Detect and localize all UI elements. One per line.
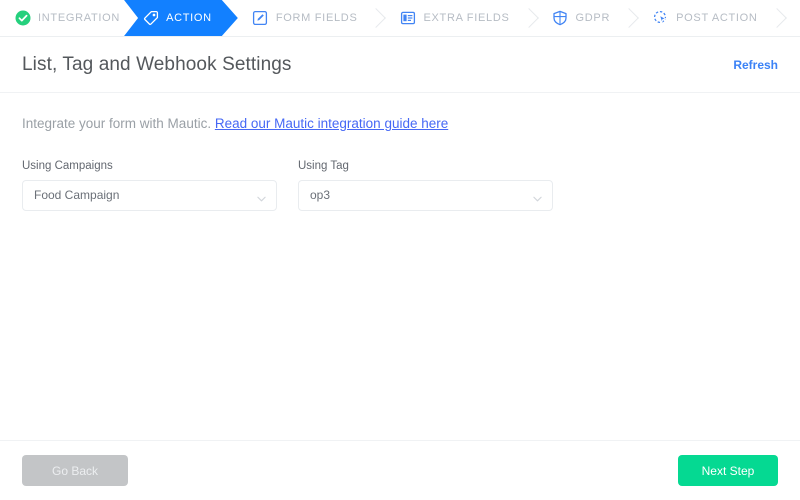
next-step-button[interactable]: Next Step (678, 455, 778, 486)
check-circle-icon (14, 10, 31, 27)
step-complete[interactable]: COMPLETE (786, 0, 800, 36)
step-label-action: ACTION (166, 12, 212, 24)
step-label-integration: INTEGRATION (38, 12, 121, 24)
progress-stepper: INTEGRATION ACTION FORM FIELDS EXTRA FIE… (0, 0, 800, 37)
step-separator (367, 0, 385, 36)
select-using-tag-value: op3 (310, 188, 331, 203)
label-using-campaigns: Using Campaigns (22, 159, 113, 172)
edit-square-icon (252, 10, 269, 27)
wizard-footer: Go Back Next Step (0, 440, 800, 500)
field-using-tag: Using Tag op3 (298, 160, 553, 211)
main-content: Integrate your form with Mautic. Read ou… (0, 93, 800, 211)
step-extra-fields[interactable]: EXTRA FIELDS (385, 0, 519, 36)
field-using-campaigns: Using Campaigns Food Campaign (22, 160, 277, 211)
select-using-tag[interactable]: op3 (298, 179, 553, 211)
go-back-button[interactable]: Go Back (22, 455, 128, 486)
shield-icon (552, 10, 569, 27)
step-form-fields[interactable]: FORM FIELDS (238, 0, 368, 36)
step-label-form-fields: FORM FIELDS (275, 12, 358, 24)
label-using-tag: Using Tag (298, 159, 349, 172)
step-separator (768, 0, 786, 36)
step-action[interactable]: ACTION (124, 0, 238, 36)
step-label-extra-fields: EXTRA FIELDS (423, 12, 510, 24)
tag-icon (142, 10, 159, 27)
select-using-campaigns[interactable]: Food Campaign (22, 179, 277, 211)
step-separator (520, 0, 538, 36)
chevron-down-icon (533, 192, 542, 202)
step-integration[interactable]: INTEGRATION (0, 0, 130, 36)
step-label-post-action: POST ACTION (676, 12, 758, 24)
cursor-click-icon (652, 10, 669, 27)
intro-text: Integrate your form with Mautic. Read ou… (22, 115, 778, 134)
chevron-down-icon (257, 192, 266, 202)
step-separator (620, 0, 638, 36)
refresh-link[interactable]: Refresh (733, 58, 778, 72)
step-post-action[interactable]: POST ACTION (638, 0, 767, 36)
form-list-icon (399, 10, 416, 27)
step-label-gdpr: GDPR (575, 12, 611, 24)
page-title: List, Tag and Webhook Settings (22, 53, 292, 75)
intro-sentence: Integrate your form with Mautic. (22, 116, 212, 131)
settings-field-row: Using Campaigns Food Campaign Using Tag … (22, 160, 778, 211)
step-gdpr[interactable]: GDPR (538, 0, 621, 36)
page-header: List, Tag and Webhook Settings Refresh (0, 37, 800, 93)
mautic-guide-link[interactable]: Read our Mautic integration guide here (215, 116, 448, 131)
select-using-campaigns-value: Food Campaign (34, 188, 120, 203)
